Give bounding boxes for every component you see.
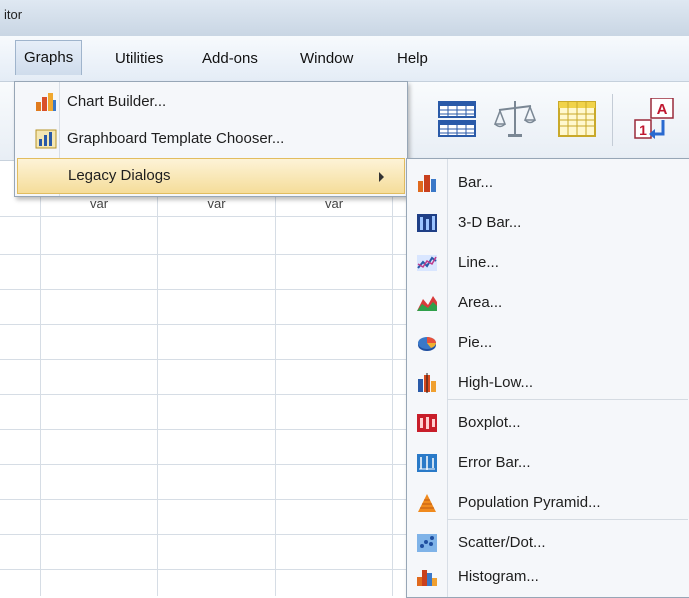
legacy-dialogs-submenu: Bar... 3-D Bar... Line... Area... Pie...… [406,158,689,598]
line-chart-icon [417,253,437,273]
data-grid-icon[interactable] [437,98,479,140]
window-title: itor [4,7,23,22]
menu-item-label: Chart Builder... [67,93,167,110]
grid-column-line [157,196,158,596]
scatter-icon [417,533,437,553]
menu-separator [447,399,688,400]
menu-graphs-label: Graphs [24,49,74,66]
menu-item-boxplot[interactable]: Boxplot... [407,405,689,441]
column-header-var[interactable]: var [158,196,275,216]
menu-item-label: Histogram... [458,568,539,585]
column-header-label: var [324,196,344,211]
menu-utilities[interactable]: Utilities [115,50,163,67]
menu-item-legacy-dialogs[interactable]: Legacy Dialogs [17,158,405,194]
value-label-letter: A [657,101,668,118]
menu-separator [447,519,688,520]
weight-scale-icon[interactable] [493,98,537,140]
column-header-label: var [89,196,109,211]
column-header-var[interactable]: var [276,196,392,216]
grid-column-line [275,196,276,596]
chart-builder-icon [35,92,57,112]
menu-add-ons[interactable]: Add-ons [202,50,258,67]
menu-add-ons-label: Add-ons [202,50,258,67]
pie-chart-icon [417,333,437,353]
menu-item-label: Pie... [458,334,493,351]
menu-item-pie[interactable]: Pie... [407,325,689,361]
menu-item-label: Error Bar... [458,454,531,471]
menu-item-bar[interactable]: Bar... [407,165,689,201]
graphs-menu: Chart Builder... Graphboard Template Cho… [14,81,408,197]
menu-item-graphboard-template-chooser[interactable]: Graphboard Template Chooser... [15,121,407,157]
menu-help-label: Help [397,50,428,67]
menu-item-population-pyramid[interactable]: Population Pyramid... [407,485,689,521]
graphboard-icon [35,129,57,149]
grid-column-line [392,196,393,596]
menu-item-label: Legacy Dialogs [68,167,171,184]
menu-graphs[interactable]: Graphs [15,40,83,75]
menu-window-label: Window [300,50,354,67]
split-table-icon[interactable] [556,98,598,140]
menu-item-label: Area... [458,294,503,311]
menu-item-3d-bar[interactable]: 3-D Bar... [407,205,689,241]
pyramid-icon [417,493,437,513]
menu-item-scatter-dot[interactable]: Scatter/Dot... [407,525,689,561]
high-low-icon [417,373,437,393]
value-labels-icon[interactable]: A 1 [633,97,683,140]
menu-item-histogram[interactable]: Histogram... [407,559,689,595]
menu-item-label: Population Pyramid... [458,494,601,511]
error-bar-icon [417,453,437,473]
toolbar-separator [612,94,613,146]
menu-item-area[interactable]: Area... [407,285,689,321]
menu-item-label: Line... [458,254,499,271]
menu-help[interactable]: Help [397,50,428,67]
menu-window[interactable]: Window [300,50,353,67]
menu-item-label: High-Low... [458,374,534,391]
menu-bar: Graphs Utilities Add-ons Window Help [0,36,689,82]
grid-column-line [40,196,41,596]
menu-utilities-label: Utilities [115,50,164,67]
area-chart-icon [417,293,437,313]
menu-item-high-low[interactable]: High-Low... [407,365,689,401]
menu-item-label: Bar... [458,174,494,191]
column-header-label: var [207,196,226,211]
menu-item-label: Scatter/Dot... [458,534,546,551]
value-label-number: 1 [639,122,647,138]
title-bar: itor [0,0,689,36]
menu-item-label: Graphboard Template Chooser... [67,130,285,147]
menu-item-line[interactable]: Line... [407,245,689,281]
histogram-icon [417,567,437,587]
boxplot-icon [417,413,437,433]
column-header-var[interactable]: var [41,196,157,216]
3d-bar-icon [417,213,437,233]
menu-item-error-bar[interactable]: Error Bar... [407,445,689,481]
menu-item-label: 3-D Bar... [458,214,522,231]
submenu-arrow-icon [379,172,384,182]
menu-item-label: Boxplot... [458,414,521,431]
bar-chart-icon [417,173,437,193]
menu-item-chart-builder[interactable]: Chart Builder... [15,84,407,120]
